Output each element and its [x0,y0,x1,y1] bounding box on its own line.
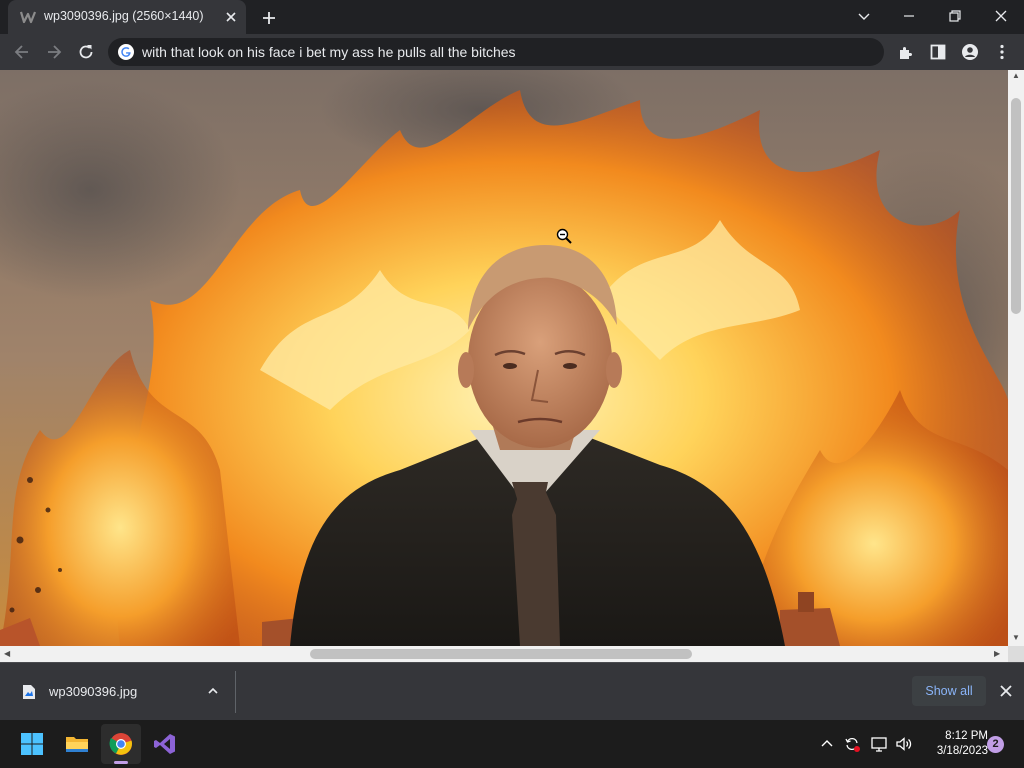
clock-date: 3/18/2023 [936,745,988,757]
fire-scene-image [0,70,1008,646]
browser-toolbar: with that look on his face i bet my ass … [0,34,1024,70]
scroll-down-arrow-icon[interactable]: ▼ [1012,634,1020,642]
notification-badge[interactable]: 2 [987,736,1004,753]
clock-time: 8:12 PM [945,730,988,742]
sync-icon[interactable] [843,735,861,753]
scrollbar-corner [1008,646,1024,662]
download-shelf: wp3090396.jpg Show all [0,662,1024,720]
zoom-out-cursor-icon [556,228,572,244]
network-icon[interactable] [870,735,888,753]
browser-tab[interactable]: wp3090396.jpg (2560×1440) [8,0,246,34]
viewed-image[interactable] [0,70,1008,646]
minimize-icon[interactable] [900,7,918,25]
visual-studio-icon [154,734,175,754]
reload-icon[interactable] [76,42,96,62]
restore-icon[interactable] [946,7,964,25]
close-shelf-icon[interactable] [998,683,1014,699]
visual-studio-button[interactable] [145,724,185,764]
tab-strip: wp3090396.jpg (2560×1440) [0,0,1024,34]
chrome-button[interactable] [101,724,141,764]
start-icon [21,733,43,755]
chrome-icon [109,733,132,755]
image-file-icon [23,685,35,699]
tab-title: wp3090396.jpg (2560×1440) [44,9,204,23]
file-explorer-button[interactable] [57,724,97,764]
download-filename: wp3090396.jpg [49,684,138,699]
file-explorer-icon [66,737,88,752]
page-viewport: ▲ ▼ ◀ ▶ [0,70,1024,662]
google-g-icon [118,44,134,60]
start-button[interactable] [12,724,52,764]
running-indicator [114,761,128,764]
w-logo-icon [20,11,36,24]
show-all-button[interactable]: Show all [912,676,986,706]
volume-icon[interactable] [895,735,913,753]
download-item[interactable]: wp3090396.jpg [8,671,236,713]
forward-icon[interactable] [44,42,64,62]
window-close-icon[interactable] [992,7,1010,25]
tab-close-icon[interactable] [224,10,238,24]
vertical-scroll-thumb[interactable] [1011,98,1021,314]
scroll-right-arrow-icon[interactable]: ▶ [994,650,1000,658]
scroll-up-arrow-icon[interactable]: ▲ [1012,72,1020,80]
tab-search-icon[interactable] [855,7,873,25]
chevron-up-icon[interactable] [206,684,220,698]
profile-icon[interactable] [960,42,980,62]
side-panel-icon[interactable] [928,42,948,62]
chevron-up-tray-icon[interactable] [818,735,836,753]
extensions-icon[interactable] [896,42,916,62]
back-icon[interactable] [12,42,32,62]
address-bar[interactable]: with that look on his face i bet my ass … [108,38,884,66]
new-tab-icon[interactable] [260,9,278,27]
scroll-left-arrow-icon[interactable]: ◀ [4,650,10,658]
horizontal-scrollbar[interactable]: ◀ ▶ [0,646,1008,662]
menu-icon[interactable] [992,42,1012,62]
vertical-scrollbar[interactable]: ▲ ▼ [1008,70,1024,646]
clock[interactable]: 8:12 PM 3/18/2023 [918,729,988,759]
taskbar: 8:12 PM 3/18/2023 [0,720,1024,768]
address-text: with that look on his face i bet my ass … [142,44,516,60]
horizontal-scroll-thumb[interactable] [310,649,692,659]
